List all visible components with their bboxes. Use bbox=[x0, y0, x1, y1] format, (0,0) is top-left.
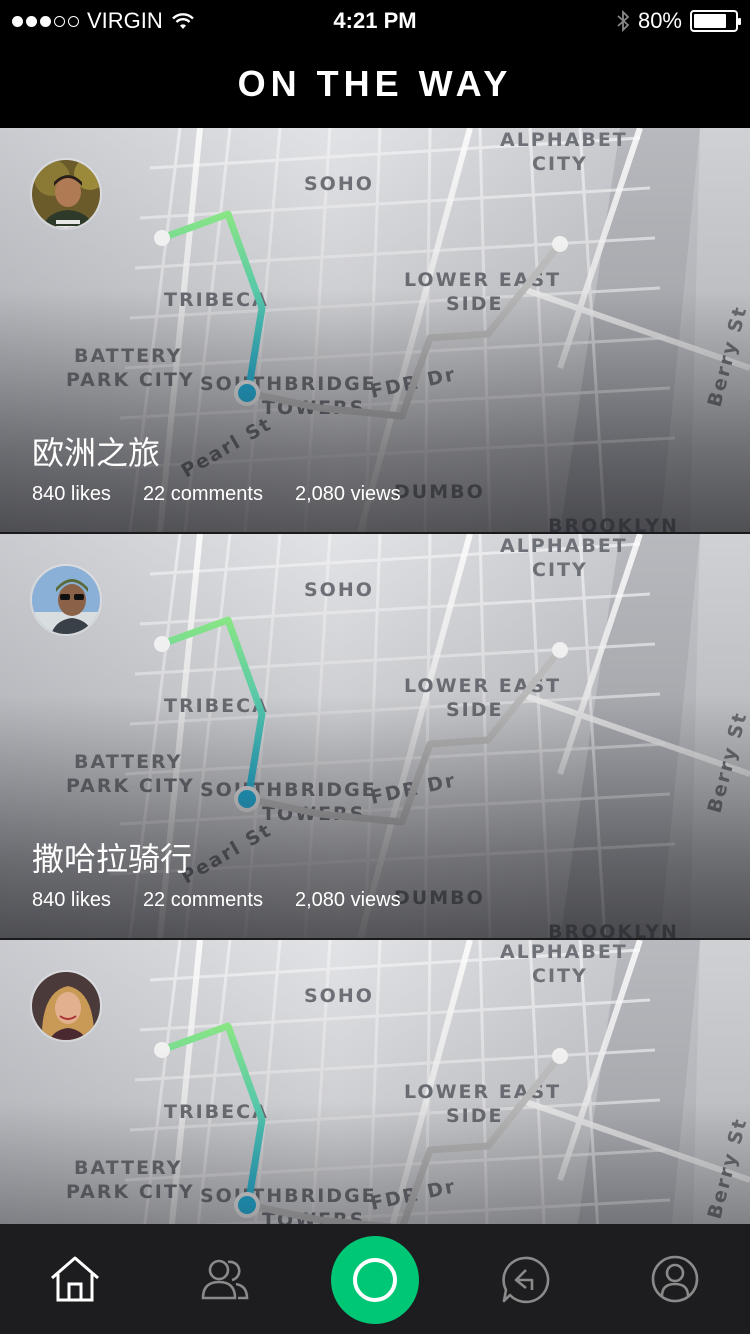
trip-title: 欧洲之旅 bbox=[32, 434, 161, 472]
record-icon bbox=[353, 1258, 397, 1302]
device-status: 80% bbox=[616, 8, 741, 34]
trip-title: 撒哈拉骑行 bbox=[32, 840, 193, 878]
trip-feed[interactable]: 欧洲之旅 840 likes 22 comments 2,080 views 撒… bbox=[0, 128, 750, 1224]
battery-percent: 80% bbox=[637, 8, 682, 33]
bluetooth-icon bbox=[617, 9, 630, 33]
app-header: ON THE WAY bbox=[0, 40, 750, 128]
views-count: 2,080 views bbox=[295, 483, 401, 505]
trip-card[interactable] bbox=[0, 940, 750, 1224]
tab-history[interactable] bbox=[497, 1251, 553, 1307]
friends-icon bbox=[201, 1259, 249, 1300]
status-bar: VIRGIN 4:21 PM 80% bbox=[0, 0, 750, 40]
trip-card[interactable]: 撒哈拉骑行 840 likes 22 comments 2,080 views bbox=[0, 534, 750, 938]
tab-bar bbox=[0, 1224, 750, 1334]
views-count: 2,080 views bbox=[295, 889, 401, 911]
tab-profile[interactable] bbox=[647, 1251, 703, 1307]
likes-count[interactable]: 840 likes bbox=[32, 889, 111, 912]
trip-stats: 840 likes 22 comments 2,080 views bbox=[32, 483, 401, 506]
page-title: ON THE WAY bbox=[237, 63, 513, 104]
tab-friends[interactable] bbox=[197, 1251, 253, 1307]
battery-icon bbox=[690, 10, 741, 32]
tab-home[interactable] bbox=[47, 1251, 103, 1307]
likes-count[interactable]: 840 likes bbox=[32, 483, 111, 506]
user-avatar[interactable] bbox=[30, 970, 102, 1042]
trip-stats: 840 likes 22 comments 2,080 views bbox=[32, 889, 401, 912]
home-icon bbox=[51, 1256, 99, 1302]
profile-icon bbox=[651, 1255, 699, 1303]
record-button[interactable] bbox=[331, 1236, 419, 1324]
user-avatar[interactable] bbox=[30, 564, 102, 636]
user-avatar[interactable] bbox=[30, 158, 102, 230]
trip-card[interactable]: 欧洲之旅 840 likes 22 comments 2,080 views bbox=[0, 128, 750, 532]
comments-count[interactable]: 22 comments bbox=[143, 889, 263, 912]
comments-count[interactable]: 22 comments bbox=[143, 483, 263, 506]
back-icon bbox=[502, 1256, 550, 1304]
